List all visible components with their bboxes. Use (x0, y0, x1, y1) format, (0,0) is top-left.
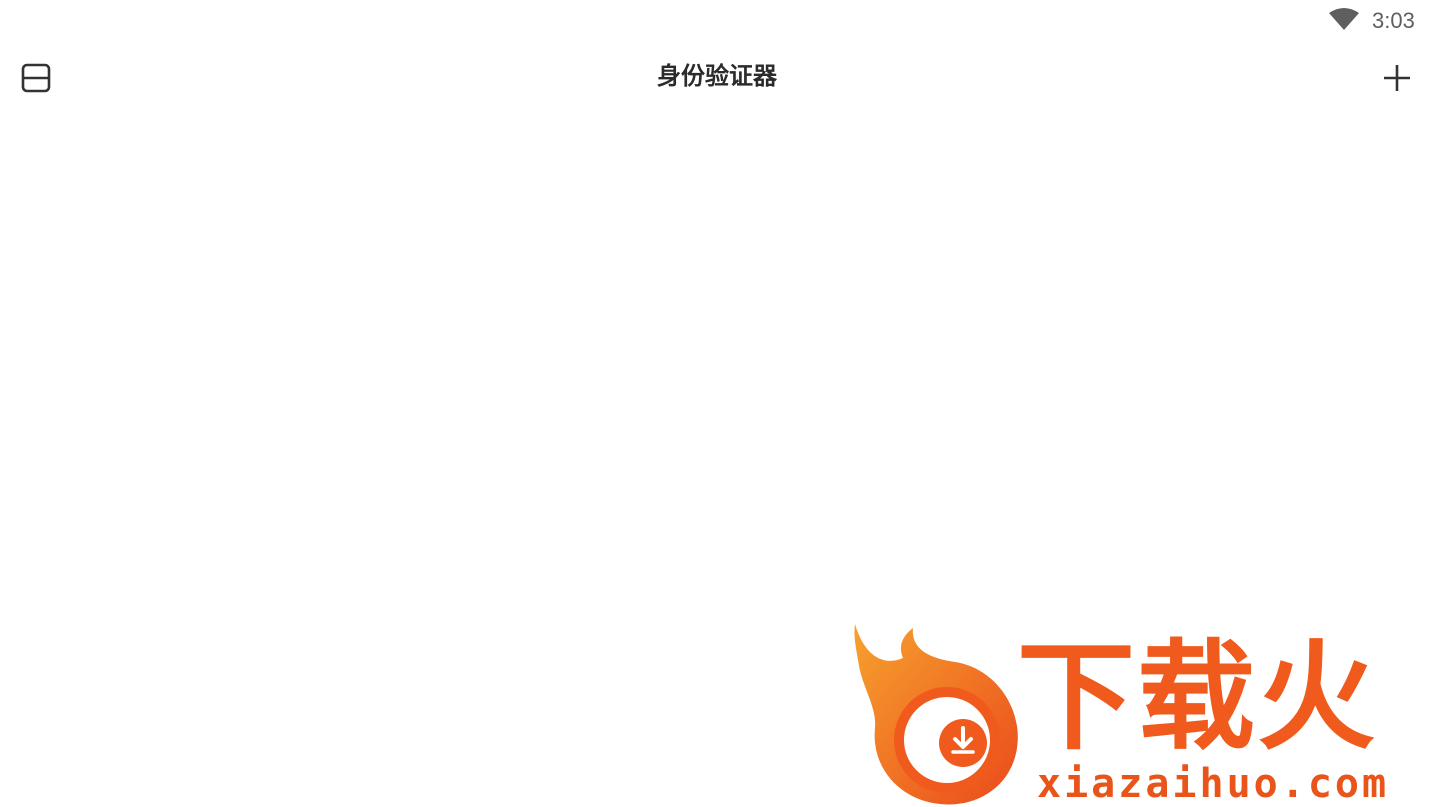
wifi-icon (1329, 8, 1359, 30)
add-account-button[interactable] (1374, 56, 1420, 100)
status-bar: 3:03 (0, 0, 1434, 40)
flame-download-logo-icon (854, 624, 1018, 805)
watermark-logo: 下载火 xiazaihuo.com (845, 618, 1434, 807)
watermark-brand-cn: 下载火 (1017, 628, 1378, 766)
page-title: 身份验证器 (657, 63, 777, 90)
app-bar: 身份验证器 (0, 44, 1434, 110)
watermark-brand-url: xiazaihuo.com (1037, 761, 1390, 807)
plus-icon (1384, 65, 1410, 91)
app-screen: 3:03 身份验证器 下载火 xiazaihuo.com (0, 0, 1434, 807)
status-time: 3:03 (1372, 8, 1415, 33)
